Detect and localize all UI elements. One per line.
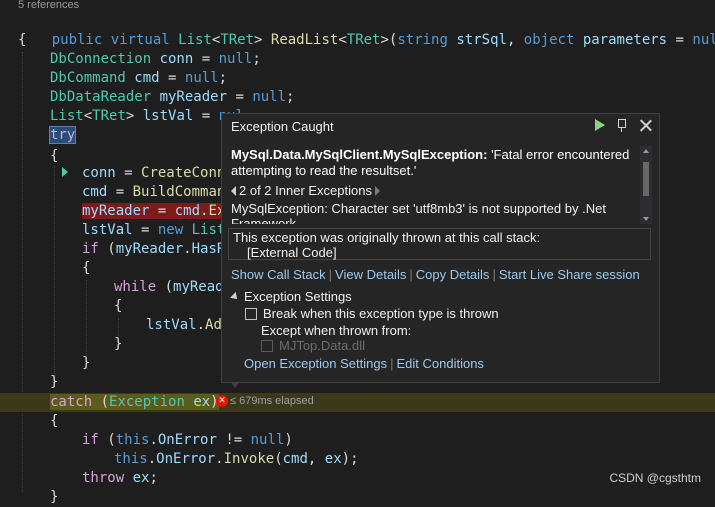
pin-icon[interactable] [615, 118, 629, 132]
exception-helper-popup: Exception Caught MySql.Data.MySqlClient.… [221, 113, 660, 383]
perf-tip[interactable]: ✕ ≤ 679ms elapsed [216, 395, 314, 407]
action-links: Show Call Stack | View Details | Copy Detail… [231, 267, 640, 282]
code-line[interactable]: { [82, 259, 90, 278]
code-line[interactable]: { [18, 31, 26, 50]
breakpoint-margin-icon[interactable] [62, 167, 71, 179]
exception-settings-header[interactable]: Exception Settings [230, 289, 352, 304]
break-when-thrown-label: Break when this exception type is thrown [263, 306, 499, 321]
code-line[interactable]: DbCommand cmd = null; [50, 69, 227, 88]
code-line[interactable]: lstVal.Add [146, 316, 230, 335]
close-icon[interactable] [639, 118, 653, 132]
exception-type: MySql.Data.MySqlClient.MySqlException: [231, 147, 488, 162]
scroll-up-icon[interactable] [643, 149, 649, 153]
code-line[interactable]: this.OnError.Invoke(cmd, ex); [114, 450, 359, 469]
code-line-try[interactable]: try [48, 126, 77, 145]
code-line[interactable]: while (myReade [114, 278, 232, 297]
except-when-label-row: Except when thrown from: [261, 323, 411, 338]
indent-guide [54, 166, 55, 378]
inner-exception-count: 2 of 2 Inner Exceptions [239, 183, 372, 198]
call-stack-box: This exception was originally thrown at … [228, 228, 651, 260]
code-line[interactable]: DbDataReader myReader = null; [50, 88, 294, 107]
indent-guide [86, 280, 87, 356]
inner-exception-nav: 2 of 2 Inner Exceptions [231, 183, 631, 199]
code-line[interactable]: } [114, 335, 122, 354]
indent-guide [22, 52, 23, 492]
code-line[interactable]: if (this.OnError != null) [82, 431, 293, 450]
message-scrollbar[interactable] [640, 146, 652, 224]
code-line[interactable]: cmd = BuildComman [82, 183, 225, 202]
break-when-thrown-row[interactable]: Break when this exception type is thrown [245, 306, 499, 321]
module-checkbox [261, 339, 273, 352]
exception-headline: MySql.Data.MySqlClient.MySqlException: '… [231, 147, 631, 179]
code-line-signature[interactable]: public virtual List<TRet> ReadList<TRet>… [18, 12, 715, 48]
code-line[interactable]: if (myReader.HasRe [82, 240, 234, 259]
elapsed-text: ≤ 679ms elapsed [230, 395, 314, 407]
live-share-link[interactable]: Start Live Share session [499, 267, 640, 282]
code-line[interactable]: DbConnection conn = null; [50, 50, 261, 69]
edit-conditions-link[interactable]: Edit Conditions [396, 356, 483, 371]
settings-links: Open Exception Settings | Edit Conditions [244, 356, 484, 371]
call-stack-header: This exception was originally thrown at … [233, 230, 541, 245]
open-exception-settings-link[interactable]: Open Exception Settings [244, 356, 387, 371]
copy-details-link[interactable]: Copy Details [416, 267, 490, 282]
exception-message-area[interactable]: MySql.Data.MySqlClient.MySqlException: '… [231, 147, 631, 224]
error-icon: ✕ [216, 395, 228, 407]
module-row: MJTop.Data.dll [261, 338, 365, 353]
code-line-catch[interactable]: catch (Exception ex) [50, 393, 219, 412]
code-line[interactable]: lstVal = new List [82, 221, 225, 240]
break-when-thrown-checkbox[interactable] [245, 307, 257, 320]
code-line[interactable]: } [50, 488, 58, 507]
code-line[interactable]: conn = CreateConn [82, 164, 225, 183]
popup-title: Exception Caught [231, 119, 334, 134]
codelens-references[interactable]: 5 references [18, 0, 79, 11]
code-line-error[interactable]: myReader = cmd.Exe [82, 202, 234, 221]
inner-exception-message: MySqlException: Character set 'utf8mb3' … [231, 201, 606, 224]
code-line[interactable]: { [50, 147, 58, 166]
continue-icon[interactable] [595, 119, 605, 131]
exception-settings-title: Exception Settings [244, 289, 352, 304]
code-line[interactable]: } [50, 373, 58, 392]
code-line[interactable]: { [114, 297, 122, 316]
collapse-icon[interactable] [230, 291, 240, 302]
code-line[interactable]: } [82, 354, 90, 373]
prev-inner-exception-icon[interactable] [231, 186, 236, 196]
call-stack-item[interactable]: [External Code] [233, 245, 646, 260]
show-call-stack-link[interactable]: Show Call Stack [231, 267, 326, 282]
popup-header-actions [595, 118, 653, 132]
code-line[interactable]: { [50, 412, 58, 431]
scroll-down-icon[interactable] [643, 217, 649, 221]
next-inner-exception-icon[interactable] [374, 186, 380, 196]
watermark: CSDN @cgsthtm [609, 471, 701, 485]
code-line[interactable]: throw ex; [82, 469, 158, 488]
except-when-label: Except when thrown from: [261, 323, 412, 338]
code-line[interactable]: List<TRet> lstVal = nul [50, 107, 244, 126]
view-details-link[interactable]: View Details [335, 267, 406, 282]
module-label: MJTop.Data.dll [279, 338, 365, 353]
scroll-thumb[interactable] [643, 162, 649, 196]
